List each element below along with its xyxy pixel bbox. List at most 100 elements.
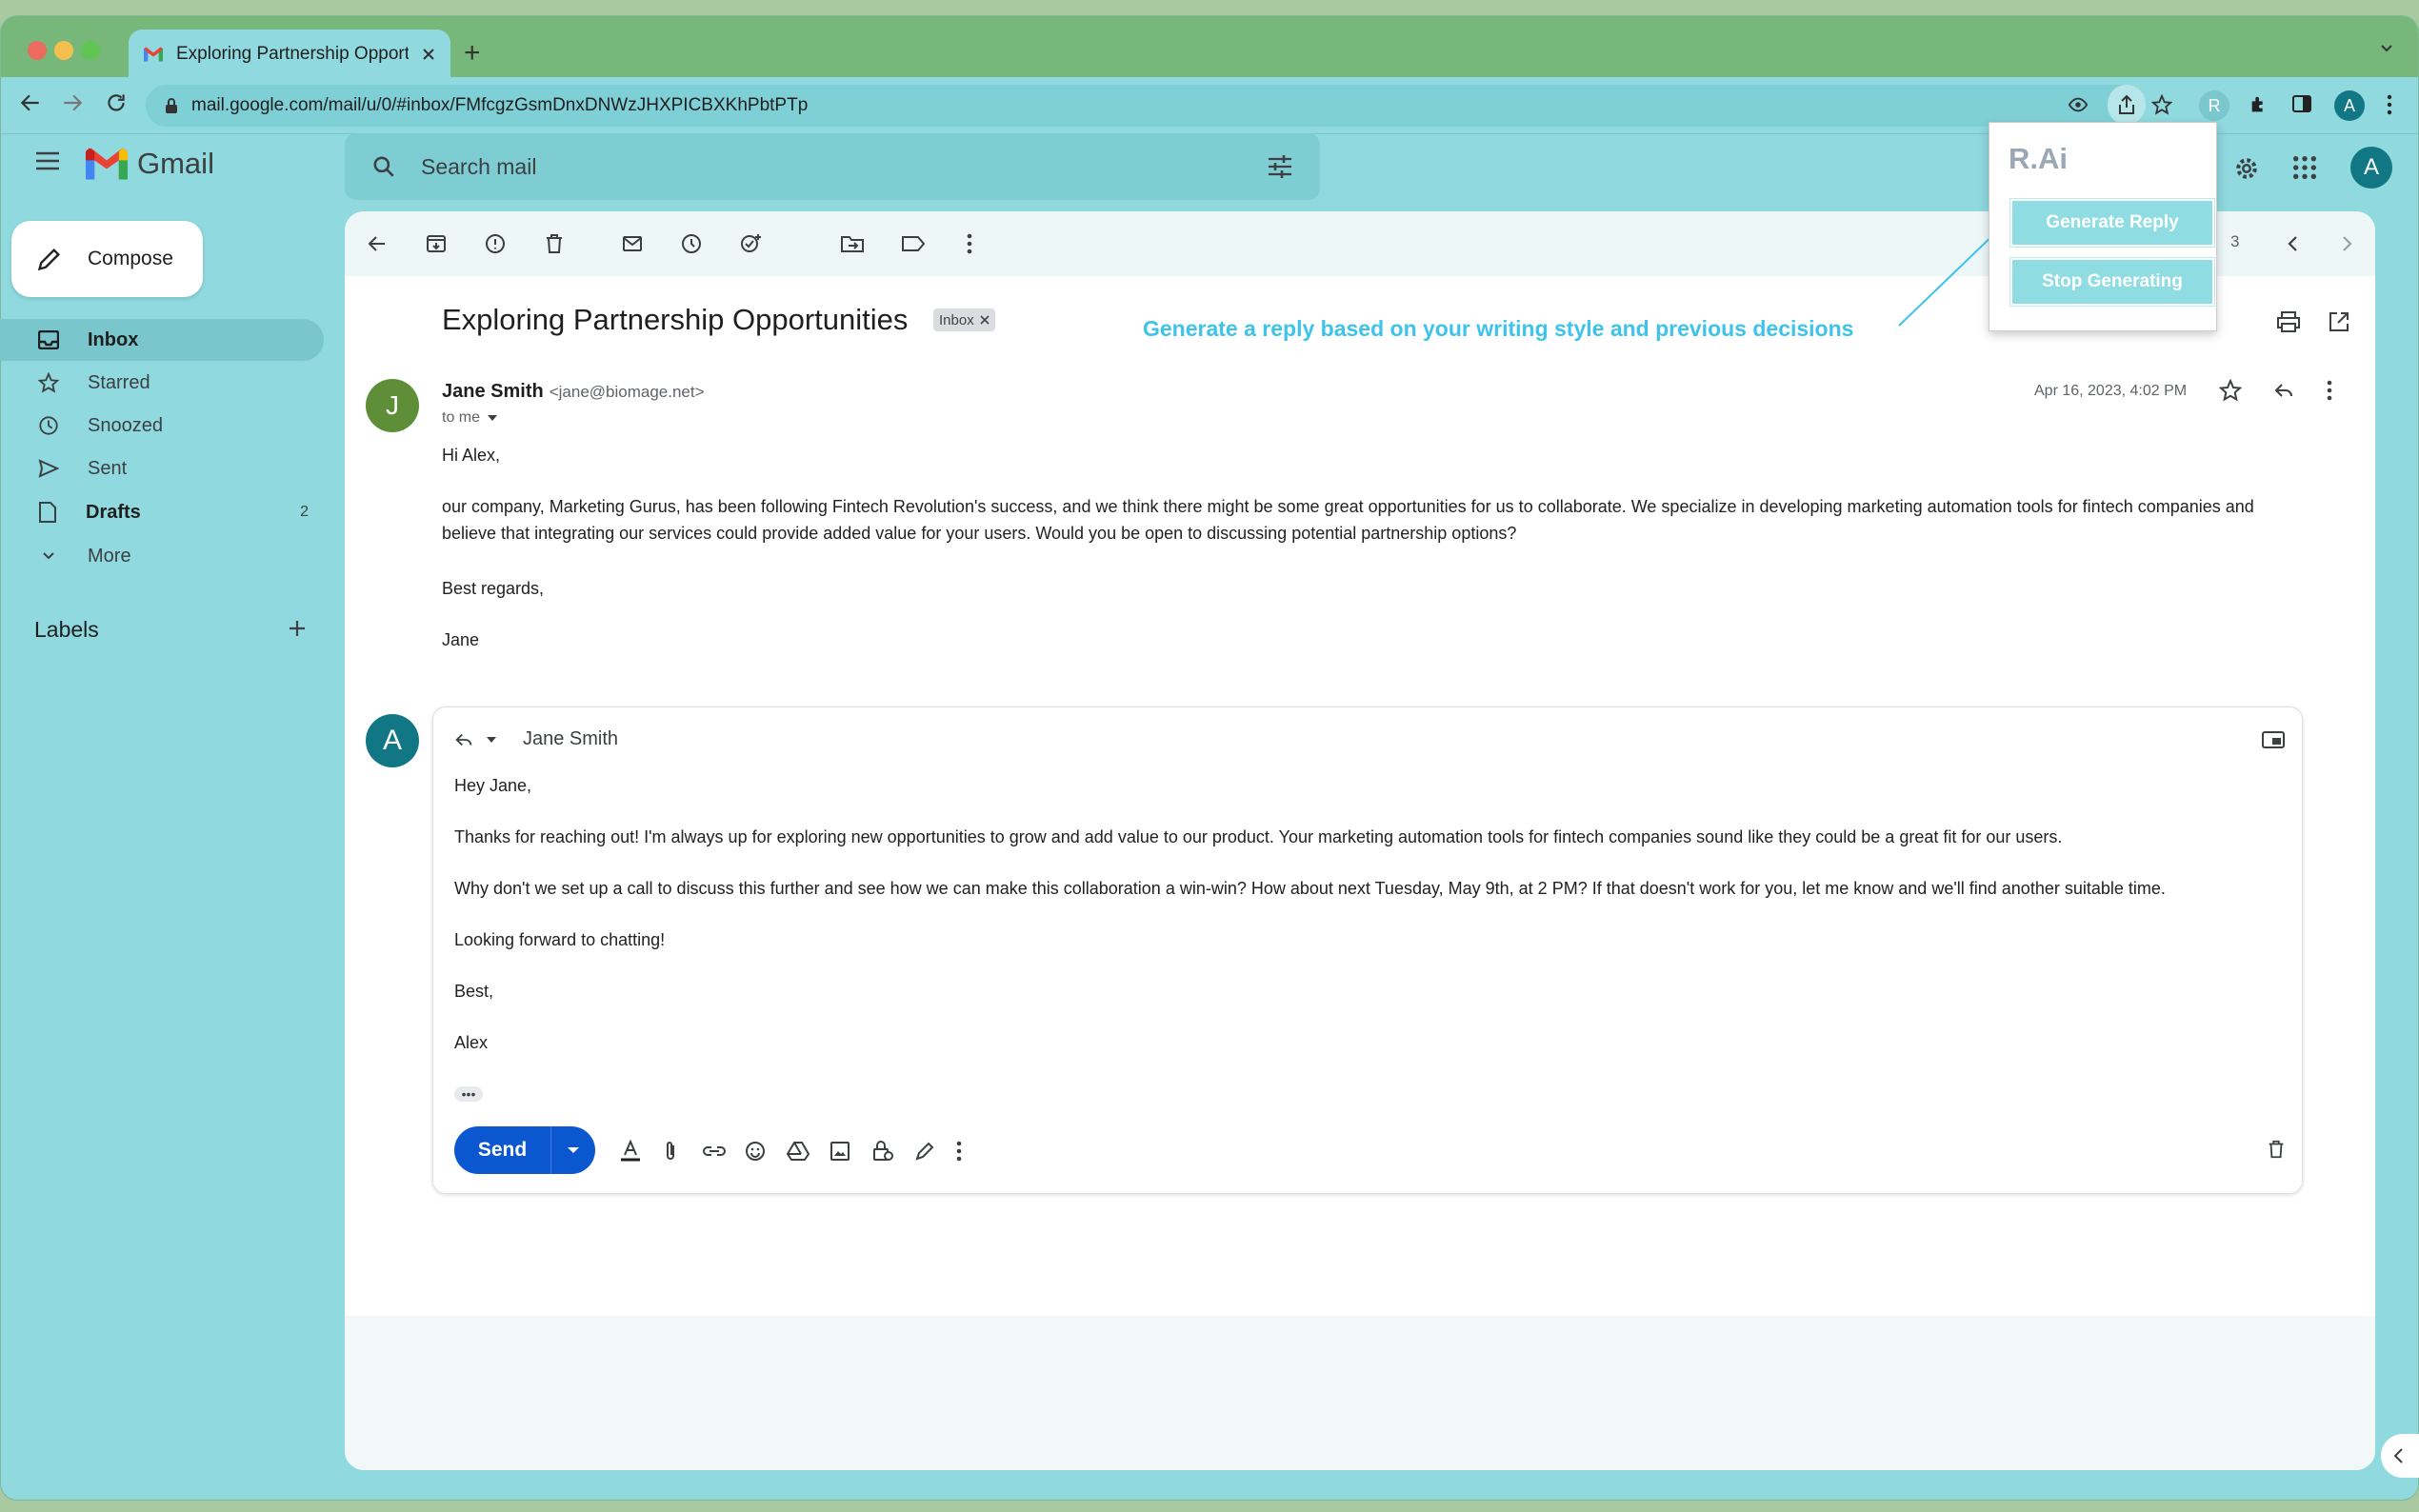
sidebar-item-label: Sent bbox=[88, 457, 128, 479]
apps-grid-icon[interactable] bbox=[2291, 154, 2318, 181]
chevron-down-icon[interactable] bbox=[2378, 39, 2395, 56]
eye-icon[interactable] bbox=[2068, 94, 2089, 115]
reply-line[interactable]: Thanks for reaching out! I'm always up f… bbox=[454, 827, 2264, 847]
message-more-icon[interactable] bbox=[2326, 379, 2333, 402]
compose-button[interactable]: Compose bbox=[11, 221, 203, 297]
confidential-lock-icon[interactable] bbox=[871, 1140, 894, 1163]
reply-line[interactable]: Why don't we set up a call to discuss th… bbox=[454, 879, 2264, 899]
newer-chevron-left-icon[interactable] bbox=[2284, 232, 2303, 255]
sidebar-item-drafts[interactable]: Drafts 2 bbox=[0, 491, 324, 533]
schedule-send-dropdown-icon[interactable] bbox=[551, 1146, 595, 1154]
sidebar-item-sent[interactable]: Sent bbox=[0, 448, 324, 489]
open-in-new-window-icon[interactable] bbox=[2328, 310, 2350, 333]
gmail-wordmark: Gmail bbox=[137, 147, 214, 180]
share-icon[interactable] bbox=[2108, 85, 2146, 125]
browser-menu-icon[interactable] bbox=[2386, 94, 2393, 115]
close-window-button[interactable] bbox=[28, 41, 47, 60]
reply-recipient[interactable]: Jane Smith bbox=[523, 728, 618, 750]
older-chevron-right-icon[interactable] bbox=[2337, 232, 2356, 255]
add-label-icon[interactable] bbox=[286, 617, 309, 640]
side-panel-icon[interactable] bbox=[2292, 94, 2311, 113]
reply-line[interactable]: Alex bbox=[454, 1033, 2264, 1053]
rai-hint-annotation: Generate a reply based on your writing s… bbox=[1143, 316, 1854, 341]
recipient-details-toggle[interactable]: to me bbox=[442, 409, 498, 427]
clock-icon bbox=[38, 415, 59, 436]
mark-unread-icon[interactable] bbox=[621, 232, 644, 255]
text-format-icon[interactable] bbox=[620, 1140, 641, 1163]
reply-line[interactable]: Looking forward to chatting! bbox=[454, 930, 2264, 950]
drive-icon[interactable] bbox=[786, 1140, 810, 1163]
archive-icon[interactable] bbox=[425, 232, 448, 255]
send-button-group[interactable]: Send bbox=[454, 1126, 595, 1174]
gmail-logo[interactable]: Gmail bbox=[86, 147, 214, 181]
sidebar-item-more[interactable]: More bbox=[0, 535, 324, 577]
bookmark-star-icon[interactable] bbox=[2151, 94, 2172, 115]
search-bar[interactable]: Search mail bbox=[345, 133, 1320, 200]
snooze-clock-icon[interactable] bbox=[680, 232, 703, 255]
move-to-folder-icon[interactable] bbox=[840, 232, 865, 255]
link-icon[interactable] bbox=[702, 1140, 727, 1163]
new-tab-button[interactable]: + bbox=[464, 39, 481, 68]
inbox-icon bbox=[38, 330, 59, 349]
label-tag-icon[interactable] bbox=[901, 232, 926, 255]
chevron-left-icon bbox=[2393, 1448, 2403, 1463]
stop-generating-button[interactable]: Stop Generating bbox=[2009, 257, 2215, 307]
sidebar-item-label: Starred bbox=[88, 371, 150, 393]
profile-avatar[interactable]: A bbox=[2334, 90, 2365, 121]
delete-trash-icon[interactable] bbox=[543, 232, 566, 255]
more-options-icon[interactable] bbox=[955, 1140, 963, 1163]
sidebar-item-inbox[interactable]: Inbox bbox=[0, 319, 324, 361]
show-trimmed-content-button[interactable]: ••• bbox=[454, 1086, 483, 1102]
inbox-label-chip[interactable]: Inbox bbox=[933, 308, 995, 331]
close-tab-icon[interactable] bbox=[422, 48, 435, 61]
email-subject: Exploring Partnership Opportunities bbox=[442, 303, 909, 336]
reply-line[interactable]: Best, bbox=[454, 982, 2264, 1002]
labels-heading: Labels bbox=[34, 617, 99, 642]
sender-avatar[interactable]: J bbox=[366, 379, 419, 432]
search-icon[interactable] bbox=[371, 154, 396, 179]
reply-line[interactable]: Hey Jane, bbox=[454, 776, 2264, 796]
send-button[interactable]: Send bbox=[454, 1126, 551, 1174]
photo-icon[interactable] bbox=[830, 1140, 850, 1163]
signature-pen-icon[interactable] bbox=[913, 1140, 936, 1163]
caret-down-icon[interactable] bbox=[487, 736, 496, 744]
pop-out-reply-icon[interactable] bbox=[2262, 730, 2285, 749]
message-date: Apr 16, 2023, 4:02 PM bbox=[2034, 383, 2188, 399]
show-side-panel-button[interactable] bbox=[2381, 1434, 2419, 1478]
browser-tab[interactable]: Exploring Partnership Opportunities bbox=[129, 30, 450, 79]
extensions-puzzle-icon[interactable] bbox=[2249, 94, 2269, 115]
sidebar-item-snoozed[interactable]: Snoozed bbox=[0, 405, 324, 447]
star-message-icon[interactable] bbox=[2219, 379, 2242, 402]
reload-icon[interactable] bbox=[104, 90, 129, 115]
back-to-inbox-icon[interactable] bbox=[366, 232, 389, 255]
remove-label-icon[interactable] bbox=[980, 315, 990, 325]
search-options-icon[interactable] bbox=[1267, 154, 1293, 179]
message-signature: Jane bbox=[442, 630, 480, 649]
address-bar[interactable]: mail.google.com/mail/u/0/#inbox/FMfcgzGs… bbox=[146, 85, 2146, 127]
sidebar-item-starred[interactable]: Starred bbox=[0, 362, 324, 404]
back-arrow-icon[interactable] bbox=[18, 90, 43, 115]
sender-name[interactable]: Jane Smith <jane@biomage.net> bbox=[442, 381, 705, 403]
reply-compose-box[interactable]: Jane Smith Hey Jane, Thanks for reaching… bbox=[432, 706, 2303, 1194]
account-avatar[interactable]: A bbox=[2350, 147, 2392, 189]
reply-type-icon[interactable] bbox=[452, 729, 475, 750]
attach-icon[interactable] bbox=[662, 1140, 679, 1163]
report-spam-icon[interactable] bbox=[484, 232, 507, 255]
forward-arrow-icon[interactable] bbox=[60, 90, 85, 115]
generate-reply-button[interactable]: Generate Reply bbox=[2009, 198, 2215, 248]
add-task-icon[interactable] bbox=[739, 232, 762, 255]
maximize-window-button[interactable] bbox=[81, 41, 100, 60]
more-actions-icon[interactable] bbox=[966, 232, 973, 255]
discard-draft-trash-icon[interactable] bbox=[2266, 1138, 2287, 1161]
rai-extension-button[interactable]: R bbox=[2199, 90, 2229, 121]
compose-label: Compose bbox=[88, 248, 173, 269]
emoji-icon[interactable] bbox=[744, 1140, 767, 1163]
minimize-window-button[interactable] bbox=[54, 41, 73, 60]
settings-gear-icon[interactable] bbox=[2232, 154, 2261, 183]
reply-header: Jane Smith bbox=[452, 728, 618, 750]
main-menu-icon[interactable] bbox=[34, 150, 61, 171]
search-input[interactable]: Search mail bbox=[421, 154, 1242, 180]
print-icon[interactable] bbox=[2276, 310, 2301, 333]
sender-email: <jane@biomage.net> bbox=[549, 383, 705, 401]
reply-icon[interactable] bbox=[2272, 379, 2295, 402]
